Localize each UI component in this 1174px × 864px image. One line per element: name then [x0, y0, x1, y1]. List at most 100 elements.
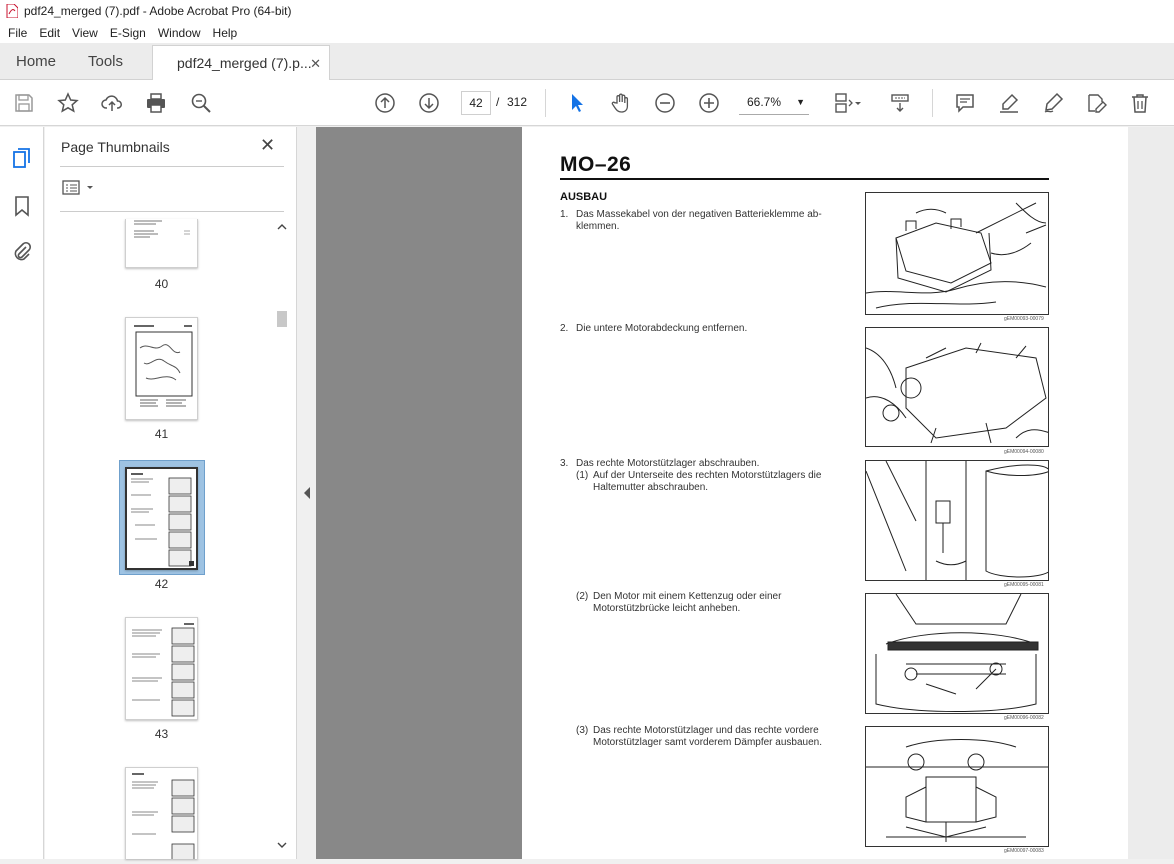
upload-cloud-icon[interactable] — [99, 90, 125, 116]
page-number-input[interactable]: 42 — [461, 91, 491, 115]
tab-tools[interactable]: Tools — [88, 43, 123, 80]
thumbnail-preview — [134, 220, 190, 238]
thumbnail-preview — [132, 773, 195, 859]
figure-chain-hoist — [865, 593, 1049, 714]
delete-trash-icon[interactable] — [1127, 90, 1153, 116]
substep-text: Den Motor mit einem Kettenzug oder einer — [593, 591, 782, 602]
menu-file[interactable]: File — [2, 26, 33, 40]
figure-mount-nut — [865, 460, 1049, 581]
thumbnail-options-button[interactable] — [62, 179, 98, 197]
attachment-paperclip-icon[interactable] — [11, 241, 33, 263]
comment-icon[interactable] — [952, 90, 978, 116]
thumbnail-label: 42 — [154, 577, 169, 591]
step-text: Das Massekabel von der negativen Batteri… — [576, 209, 822, 220]
divider — [60, 211, 284, 212]
substep-text: Motorstützbrücke leicht anheben. — [593, 603, 741, 614]
page-fit-dropdown-icon[interactable] — [852, 90, 864, 116]
bookmark-icon[interactable] — [11, 195, 33, 217]
figure-caption: gEM00095-00081 — [1004, 582, 1044, 588]
engine-cover-illustration — [866, 342, 1048, 444]
substep-text: Haltemutter abschrauben. — [593, 482, 709, 493]
thumbnail-preview — [127, 469, 196, 568]
thumbnail-label: 40 — [154, 277, 169, 291]
figure-mount-removal — [865, 726, 1049, 847]
title-bar: pdf24_merged (7).pdf - Adobe Acrobat Pro… — [0, 0, 1174, 22]
mount-nut-illustration — [866, 461, 1048, 580]
page-thumbnails-icon[interactable] — [11, 147, 33, 169]
panel-splitter[interactable] — [298, 127, 316, 859]
zoom-level-select[interactable]: 66.7% ▼ — [739, 91, 809, 115]
step-text: klemmen. — [576, 221, 620, 232]
scroll-mode-icon[interactable] — [887, 90, 913, 116]
menu-view[interactable]: View — [66, 26, 104, 40]
substep-text: Das rechte Motorstützlager und das recht… — [593, 725, 819, 736]
previous-page-icon[interactable] — [372, 90, 398, 116]
step-number: 2. — [560, 323, 569, 334]
navigation-rail — [0, 127, 44, 859]
edit-pdf-icon[interactable] — [1083, 90, 1109, 116]
close-panel-icon[interactable]: ✕ — [260, 135, 275, 156]
figure-battery-terminal — [865, 192, 1049, 315]
hand-tool-icon[interactable] — [608, 90, 634, 116]
total-pages: 312 — [507, 95, 528, 109]
scrollbar-graphic — [277, 224, 287, 848]
figure-caption: gEM00094-00080 — [1004, 449, 1044, 455]
step-text: Das rechte Motorstützlager abschrauben. — [576, 458, 760, 469]
print-icon[interactable] — [143, 90, 169, 116]
sign-pen-icon[interactable] — [1040, 90, 1066, 116]
highlight-pen-icon[interactable] — [996, 90, 1022, 116]
close-tab-icon[interactable]: ✕ — [310, 46, 321, 81]
thumbnail-page-42[interactable] — [125, 467, 198, 570]
thumbnail-page-40[interactable] — [125, 219, 198, 268]
section-heading: AUSBAU — [560, 191, 608, 203]
substep-number: (1) — [576, 470, 589, 481]
thumbnail-label: 41 — [154, 427, 169, 441]
thumbnail-page-44[interactable] — [125, 767, 198, 859]
bookmark-star-icon[interactable] — [55, 90, 81, 116]
mount-removal-illustration — [866, 739, 1048, 842]
substep-number: (2) — [576, 591, 589, 602]
zoom-search-icon[interactable] — [188, 90, 214, 116]
menu-window[interactable]: Window — [152, 26, 207, 40]
chevron-down-icon: ▼ — [796, 97, 805, 107]
menu-esign[interactable]: E-Sign — [104, 26, 152, 40]
menu-help[interactable]: Help — [207, 26, 244, 40]
toolbar: 42 / 312 66.7% ▼ — [0, 80, 1174, 126]
page-header-code: MO–26 — [560, 153, 632, 176]
tab-bar: Home Tools pdf24_merged (7).p... ✕ — [0, 43, 1174, 81]
zoom-out-icon[interactable] — [652, 90, 678, 116]
divider — [60, 166, 284, 167]
thumbnail-preview — [132, 623, 195, 717]
save-icon[interactable] — [11, 90, 37, 116]
step-number: 3. — [560, 458, 569, 469]
menu-edit[interactable]: Edit — [33, 26, 66, 40]
thumbnail-page-43[interactable] — [125, 617, 198, 720]
menu-bar: File Edit View E-Sign Window Help — [0, 22, 1174, 43]
thumbnails-scrollbar[interactable] — [275, 219, 289, 859]
select-cursor-icon[interactable] — [564, 90, 590, 116]
tab-home[interactable]: Home — [16, 43, 56, 80]
collapse-panel-arrow-icon[interactable] — [298, 127, 316, 859]
zoom-value: 66.7% — [747, 95, 782, 109]
options-list-icon — [62, 180, 93, 195]
substep-text: Auf der Unterseite des rechten Motorstüt… — [593, 470, 822, 481]
thumbnail-page-41[interactable] — [125, 317, 198, 420]
figure-caption: gEM00093-00079 — [1004, 316, 1044, 322]
document-viewer[interactable]: MO–26 AUSBAU 1. Das Massekabel von der n… — [316, 127, 1128, 859]
chain-hoist-illustration — [875, 594, 1039, 712]
window-title: pdf24_merged (7).pdf - Adobe Acrobat Pro… — [24, 4, 292, 18]
thumbnail-label: 43 — [154, 727, 169, 741]
next-page-icon[interactable] — [416, 90, 442, 116]
tab-document[interactable]: pdf24_merged (7).p... ✕ — [152, 45, 330, 81]
document-tab-label: pdf24_merged (7).p... — [177, 55, 312, 71]
figure-engine-cover — [865, 327, 1049, 447]
header-rule — [560, 178, 1049, 180]
substep-number: (3) — [576, 725, 589, 736]
figure-caption: gEM00096-00082 — [1004, 715, 1044, 721]
thumbnails-panel: Page Thumbnails ✕ 40 41 42 43 — [45, 127, 297, 859]
page-separator: / — [496, 95, 500, 109]
toolbar-divider — [545, 89, 546, 117]
step-number: 1. — [560, 209, 569, 220]
zoom-in-icon[interactable] — [696, 90, 722, 116]
battery-illustration — [866, 202, 1047, 309]
